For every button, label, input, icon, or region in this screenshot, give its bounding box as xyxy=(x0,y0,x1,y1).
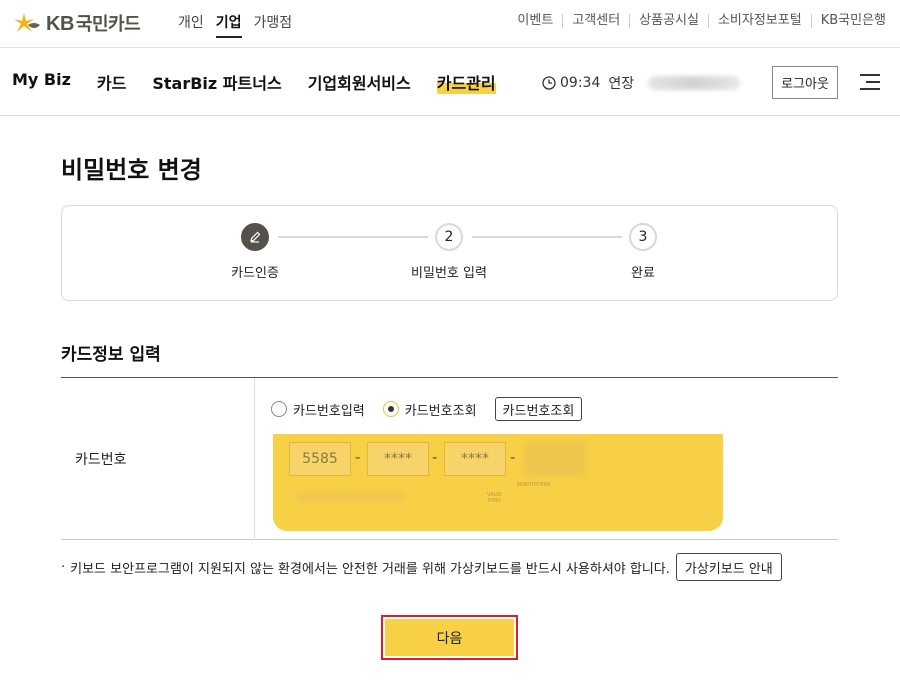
customer-segment-nav: 개인 기업 가맹점 xyxy=(178,12,292,38)
radio-card-number-input[interactable]: 카드번호입력 xyxy=(271,400,365,419)
notice-text: 키보드 보안프로그램이 지원되지 않는 환경에서는 안전한 거래를 위해 가상키… xyxy=(70,561,670,577)
gnb-item-my-biz[interactable]: My Biz xyxy=(12,70,71,94)
card-holder-masked xyxy=(297,492,405,502)
session-time: 09:34 xyxy=(560,75,601,91)
step-connector xyxy=(472,236,622,238)
card-number-segment-1[interactable]: 5585 xyxy=(289,442,351,476)
notice-bullet: · xyxy=(61,559,66,575)
dash-separator: - xyxy=(355,448,361,466)
pencil-icon xyxy=(250,231,261,243)
link-product-disclosure[interactable]: 상품공시실 xyxy=(629,14,708,28)
step-1-indicator xyxy=(241,223,269,251)
gnb-item-card-management[interactable]: 카드관리 xyxy=(436,70,496,94)
logo-kb: KB xyxy=(46,13,74,35)
month-year-label: MONTH/YEAR xyxy=(517,482,551,488)
link-consumer-portal[interactable]: 소비자정보포털 xyxy=(707,14,811,28)
gnb-menu: My Biz 카드 StarBiz 파트너스 기업회원서비스 카드관리 xyxy=(12,70,496,94)
virtual-keyboard-guide-button[interactable]: 가상키보드 안내 xyxy=(675,553,782,581)
segment-personal[interactable]: 개인 xyxy=(178,12,204,38)
session-timer: 09:34 연장 xyxy=(542,73,741,93)
valid-thru-label: VALID THRU xyxy=(487,492,502,504)
card-number-lookup-button[interactable]: 카드번호조회 xyxy=(494,397,583,421)
step-2-label: 비밀번호 입력 xyxy=(411,266,487,281)
kb-star-logo-icon xyxy=(14,13,40,32)
card-number-segment-3[interactable]: **** xyxy=(444,442,506,476)
logo-text: KB 국민카드 xyxy=(46,10,141,36)
segment-business[interactable]: 기업 xyxy=(215,12,242,38)
radio-card-number-lookup[interactable]: 카드번호조회 xyxy=(382,400,477,419)
link-event[interactable]: 이벤트 xyxy=(508,14,562,28)
session-extend-button[interactable]: 연장 xyxy=(608,73,634,93)
gnb-item-card[interactable]: 카드 xyxy=(97,70,126,94)
link-customer-center[interactable]: 고객센터 xyxy=(562,14,629,28)
top-utility-bar: KB 국민카드 개인 기업 가맹점 이벤트 고객센터 상품공시실 소비자정보포털 … xyxy=(0,0,900,48)
dash-separator: - xyxy=(510,448,516,466)
segment-merchant[interactable]: 가맹점 xyxy=(254,12,293,38)
next-button-highlight: 다음 xyxy=(381,615,518,660)
virtual-keyboard-notice: · 키보드 보안프로그램이 지원되지 않는 환경에서는 안전한 거래를 위해 가… xyxy=(61,553,782,581)
gnb-item-business-member-service[interactable]: 기업회원서비스 xyxy=(308,70,411,94)
dash-separator: - xyxy=(432,448,438,466)
logo-name: 국민카드 xyxy=(75,14,141,35)
step-2-indicator: 2 xyxy=(435,223,463,251)
page-title: 비밀번호 변경 xyxy=(61,156,202,184)
radio-label: 카드번호입력 xyxy=(293,403,365,419)
utility-links: 이벤트 고객센터 상품공시실 소비자정보포털 KB국민은행 xyxy=(508,14,886,28)
radio-button[interactable] xyxy=(271,401,287,417)
next-button[interactable]: 다음 xyxy=(385,619,514,656)
hamburger-menu-icon[interactable] xyxy=(860,74,880,90)
card-number-segment-4-masked xyxy=(525,442,585,476)
user-name-masked xyxy=(648,76,741,90)
step-connector xyxy=(278,236,428,238)
card-number-segment-2[interactable]: **** xyxy=(367,442,429,476)
radio-button-checked[interactable] xyxy=(382,401,399,417)
card-number-label: 카드번호 xyxy=(61,378,255,540)
main-navigation: My Biz 카드 StarBiz 파트너스 기업회원서비스 카드관리 09:3… xyxy=(0,48,900,116)
kb-kookmin-card-logo[interactable]: KB 국민카드 xyxy=(12,10,141,36)
step-3-label: 완료 xyxy=(631,266,655,281)
progress-stepper: 2 3 카드인증 비밀번호 입력 완료 xyxy=(61,205,838,301)
clock-icon xyxy=(542,76,556,90)
link-kb-bank[interactable]: KB국민은행 xyxy=(810,14,886,28)
step-1-label: 카드인증 xyxy=(231,266,279,281)
radio-label: 카드번호조회 xyxy=(404,403,477,419)
card-number-panel: 5585 - **** - **** - MONTH/YEAR VALID TH… xyxy=(273,434,723,531)
gnb-item-starbiz-partners[interactable]: StarBiz 파트너스 xyxy=(152,70,281,94)
logout-button[interactable]: 로그아웃 xyxy=(772,66,838,99)
card-info-section-title: 카드정보 입력 xyxy=(61,345,161,365)
step-3-indicator: 3 xyxy=(629,223,657,251)
card-input-method: 카드번호입력 카드번호조회 카드번호조회 xyxy=(271,397,583,421)
